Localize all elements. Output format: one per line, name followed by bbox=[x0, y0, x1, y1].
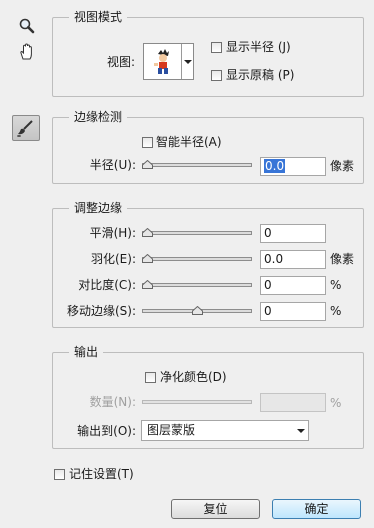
amount-unit: % bbox=[330, 396, 342, 410]
feather-input[interactable]: 0.0 bbox=[260, 250, 326, 269]
feather-label: 羽化(E): bbox=[91, 252, 136, 266]
feather-value: 0.0 bbox=[264, 252, 284, 266]
feather-slider-track[interactable] bbox=[142, 257, 252, 261]
amount-slider-track bbox=[142, 400, 252, 404]
edge-detection-title: 边缘检测 bbox=[69, 109, 128, 125]
smart-radius-label: 智能半径(A) bbox=[156, 135, 222, 149]
decontaminate-checkbox[interactable] bbox=[145, 372, 156, 383]
contrast-unit: % bbox=[330, 278, 342, 292]
feather-unit: 像素 bbox=[330, 252, 355, 266]
radius-value: 0.0 bbox=[264, 159, 286, 173]
contrast-label: 对比度(C): bbox=[78, 278, 136, 292]
hand-icon bbox=[20, 43, 32, 60]
chevron-down-icon bbox=[184, 60, 192, 64]
smooth-slider-thumb[interactable] bbox=[142, 228, 153, 237]
reset-button[interactable]: 复位 bbox=[171, 499, 260, 519]
amount-label: 数量(N): bbox=[89, 395, 136, 409]
show-original-checkbox[interactable] bbox=[211, 70, 222, 81]
show-original-label: 显示原稿 (P) bbox=[226, 68, 295, 82]
view-preview-thumbnail bbox=[146, 46, 180, 77]
shift-edge-slider-thumb[interactable] bbox=[191, 306, 203, 315]
radius-label: 半径(U): bbox=[89, 158, 136, 172]
smooth-input[interactable]: 0 bbox=[260, 224, 326, 243]
contrast-slider-track[interactable] bbox=[142, 283, 252, 287]
output-to-select[interactable]: 图层蒙版 bbox=[141, 420, 309, 441]
radius-slider-thumb[interactable] bbox=[142, 160, 153, 169]
radius-slider-track[interactable] bbox=[142, 163, 252, 167]
smart-radius-checkbox[interactable] bbox=[142, 137, 153, 148]
shift-edge-label: 移动边缘(S): bbox=[66, 304, 136, 318]
radius-input[interactable]: 0.0 bbox=[260, 157, 326, 176]
output-to-label: 输出到(O): bbox=[77, 424, 136, 438]
contrast-slider-thumb[interactable] bbox=[142, 280, 153, 289]
remember-settings-label: 记住设置(T) bbox=[69, 467, 134, 481]
adjust-edge-title: 调整边缘 bbox=[69, 200, 128, 216]
zoom-tool[interactable] bbox=[17, 17, 37, 35]
ok-button[interactable]: 确定 bbox=[272, 499, 361, 519]
amount-input bbox=[260, 393, 326, 412]
shift-edge-value: 0 bbox=[264, 304, 272, 318]
contrast-value: 0 bbox=[264, 278, 272, 292]
radius-unit: 像素 bbox=[330, 159, 355, 173]
view-picker-divider bbox=[181, 44, 182, 79]
view-mode-group: 视图模式 bbox=[52, 9, 364, 97]
chevron-down-icon bbox=[297, 429, 305, 433]
smooth-value: 0 bbox=[264, 226, 272, 240]
feather-slider-thumb[interactable] bbox=[142, 254, 153, 263]
view-label: 视图: bbox=[107, 55, 136, 69]
contrast-input[interactable]: 0 bbox=[260, 276, 326, 295]
smooth-label: 平滑(H): bbox=[89, 226, 136, 240]
shift-edge-input[interactable]: 0 bbox=[260, 302, 326, 321]
view-mode-title: 视图模式 bbox=[69, 9, 128, 25]
decontaminate-label: 净化颜色(D) bbox=[160, 370, 227, 384]
show-radius-label: 显示半径 (J) bbox=[226, 40, 291, 54]
show-radius-checkbox[interactable] bbox=[211, 42, 222, 53]
magnifier-icon bbox=[19, 18, 35, 34]
refine-radius-tool[interactable] bbox=[12, 115, 40, 141]
output-title: 输出 bbox=[69, 344, 104, 360]
view-picker[interactable] bbox=[143, 43, 194, 80]
remember-settings-checkbox[interactable] bbox=[54, 469, 65, 480]
refine-radius-brush-icon bbox=[17, 120, 33, 137]
output-to-value: 图层蒙版 bbox=[147, 423, 196, 437]
smooth-slider-track[interactable] bbox=[142, 231, 252, 235]
hand-tool[interactable] bbox=[17, 42, 37, 62]
shift-edge-unit: % bbox=[330, 304, 342, 318]
